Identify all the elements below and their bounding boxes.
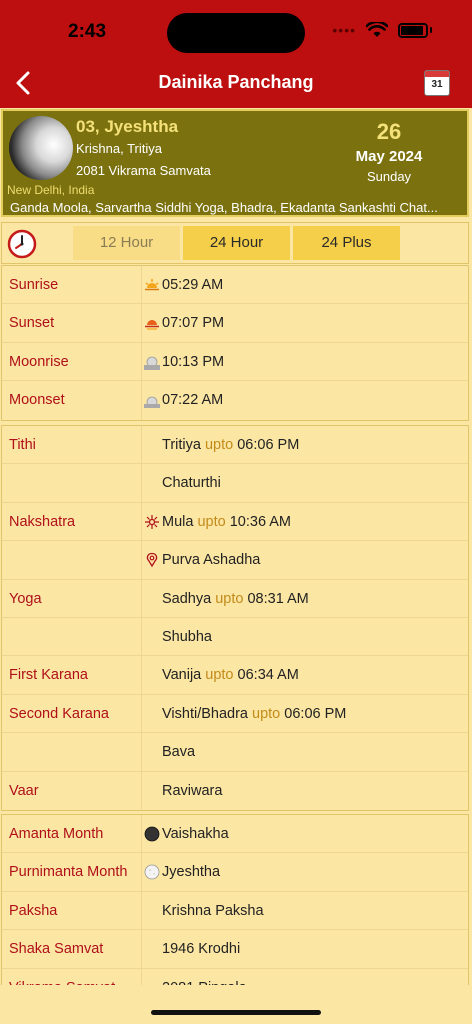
moonset-icon — [144, 396, 160, 409]
status-time: 2:43 — [68, 21, 107, 42]
table-row[interactable]: Amanta Month Vaishakha — [2, 815, 468, 854]
sunset-time: 07:07 PM — [162, 315, 225, 332]
table-row[interactable]: Purnimanta Month Jyeshtha — [2, 853, 468, 892]
vaar-value: Raviwara — [162, 782, 223, 799]
nakshatra-label: Nakshatra — [9, 513, 76, 530]
date-card[interactable]: 03, Jyeshtha Krishna, Tritiya 2081 Vikra… — [1, 109, 469, 217]
yoga-next: Shubha — [162, 628, 212, 645]
table-row[interactable]: Shubha — [2, 617, 468, 657]
tithi-next: Chaturthi — [162, 475, 221, 492]
table-row: Sunrise 05:29 AM — [2, 266, 468, 305]
second-karana-value: Vishti/Bhadra upto 06:06 PM — [162, 705, 347, 722]
yoga-label: Yoga — [9, 590, 42, 607]
table-row[interactable]: First Karana Vanija upto 06:34 AM — [2, 656, 468, 695]
purnimanta-label: Purnimanta Month — [9, 864, 128, 881]
table-row: Moonrise 10:13 PM — [2, 342, 468, 382]
gregorian-month-year: May 2024 — [355, 148, 423, 165]
shaka-label: Shaka Samvat — [9, 941, 104, 958]
first-karana-label: First Karana — [9, 667, 88, 684]
app-header: 2:43 •••• Dainika Panchang 31 — [0, 0, 472, 108]
tithi-label: Tithi — [9, 437, 36, 453]
time-format-tabs: 12 Hour 24 Hour 24 Plus — [1, 222, 469, 264]
table-row[interactable]: Purva Ashadha — [2, 541, 468, 580]
page-title: Dainika Panchang — [158, 72, 314, 92]
dynamic-island — [167, 13, 305, 53]
special-yogas: Ganda Moola, Sarvartha Siddhi Yoga, Bhad… — [10, 200, 438, 215]
table-row[interactable]: Second Karana Vishti/Bhadra upto 06:06 P… — [2, 694, 468, 734]
table-row[interactable]: Vaar Raviwara — [2, 771, 468, 810]
tab-12-hour[interactable]: 12 Hour — [73, 226, 180, 260]
status-icons: •••• — [332, 22, 432, 38]
hindu-date: 03, Jyeshtha — [76, 117, 179, 136]
moonset-time: 07:22 AM — [162, 392, 224, 409]
sunrise-time: 05:29 AM — [162, 277, 224, 293]
month-table: Amanta Month Vaishakha Purnimanta Month … — [1, 814, 469, 996]
yoga-value: Sadhya upto 08:31 AM — [162, 590, 309, 607]
shaka-value: 1946 Krodhi — [162, 941, 241, 958]
panchang-table: Tithi Tritiya upto 06:06 PM Chaturthi Na… — [1, 425, 469, 811]
mula-nakshatra-icon — [145, 514, 159, 529]
amanta-value: Vaishakha — [162, 826, 229, 842]
vaar-label: Vaar — [9, 782, 39, 799]
location-label[interactable]: New Delhi, India — [7, 183, 94, 197]
table-row[interactable]: Chaturthi — [2, 464, 468, 503]
paksha-label: Paksha — [9, 902, 58, 919]
second-karana-label: Second Karana — [9, 705, 109, 722]
nakshatra-value: Mula upto 10:36 AM — [162, 513, 291, 530]
gregorian-day: 26 — [376, 119, 402, 144]
amanta-label: Amanta Month — [9, 826, 104, 842]
home-indicator[interactable] — [151, 1010, 321, 1015]
moonset-label: Moonset — [9, 392, 65, 409]
paksha-value: Krishna Paksha — [162, 902, 264, 919]
calendar-icon-day: 31 — [431, 79, 443, 90]
tab-24-hour[interactable]: 24 Hour — [183, 226, 290, 260]
weekday: Sunday — [366, 169, 412, 184]
sunrise-label: Sunrise — [9, 277, 59, 293]
samvata: 2081 Vikrama Samvata — [76, 163, 211, 178]
purva-ashadha-icon — [146, 553, 158, 568]
bottom-bar — [0, 985, 472, 1024]
moon-phase-icon — [9, 116, 73, 180]
table-row[interactable]: Paksha Krishna Paksha — [2, 891, 468, 931]
first-karana-value: Vanija upto 06:34 AM — [162, 667, 299, 684]
moonrise-time: 10:13 PM — [162, 353, 225, 370]
calendar-icon[interactable]: 31 — [424, 70, 450, 96]
moonrise-icon — [144, 356, 160, 370]
tithi-value: Tritiya upto 06:06 PM — [162, 437, 300, 453]
new-moon-icon — [144, 826, 160, 842]
table-row[interactable]: Yoga Sadhya upto 08:31 AM — [2, 579, 468, 618]
table-row[interactable]: Shaka Samvat 1946 Krodhi — [2, 930, 468, 969]
tab-24-plus[interactable]: 24 Plus — [293, 226, 400, 260]
table-row: Sunset 07:07 PM — [2, 304, 468, 343]
sunrise-icon — [145, 279, 159, 291]
purnimanta-value: Jyeshtha — [162, 864, 221, 881]
table-row[interactable]: Nakshatra Mula upto 10:36 AM — [2, 502, 468, 542]
sun-moon-table: Sunrise 05:29 AM Sunset 07:07 PM Moonris… — [1, 265, 469, 421]
moonrise-label: Moonrise — [9, 353, 69, 370]
full-moon-icon — [144, 864, 160, 880]
cellular-icon: •••• — [332, 22, 356, 38]
table-row[interactable]: Bava — [2, 733, 468, 772]
table-row: Moonset 07:22 AM — [2, 381, 468, 420]
wifi-icon — [366, 22, 388, 37]
karana-next: Bava — [162, 744, 196, 761]
battery-icon — [398, 22, 428, 38]
clock-icon[interactable] — [7, 229, 37, 259]
sunset-icon — [145, 320, 159, 330]
paksha-tithi: Krishna, Tritiya — [76, 141, 162, 156]
nakshatra-next: Purva Ashadha — [162, 552, 261, 569]
table-row[interactable]: Tithi Tritiya upto 06:06 PM — [2, 426, 468, 465]
sunset-label: Sunset — [9, 315, 55, 332]
